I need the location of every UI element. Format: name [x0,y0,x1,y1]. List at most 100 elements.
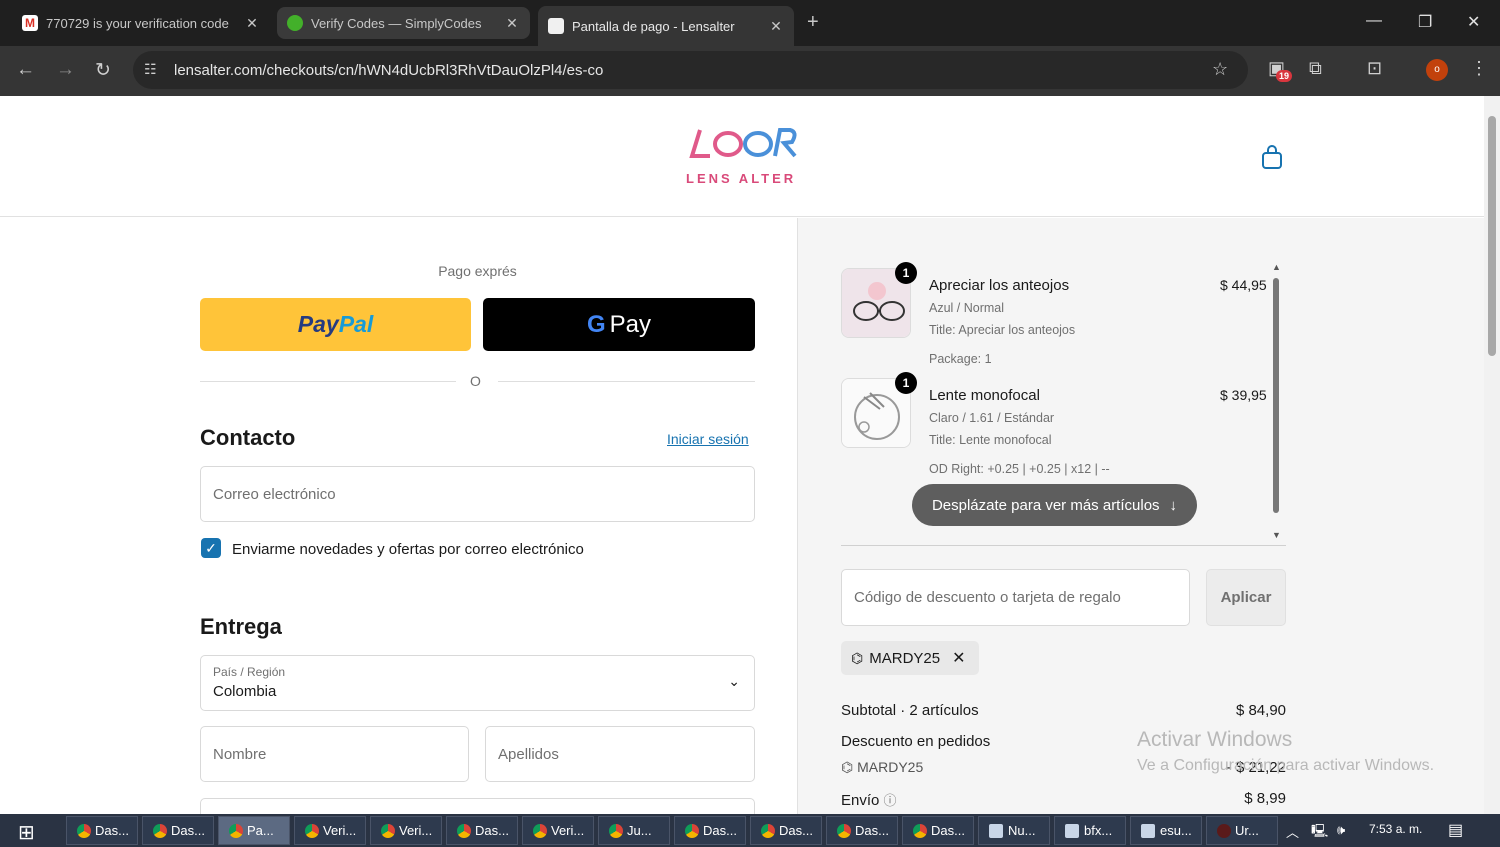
chrome-icon [761,823,775,838]
star-icon[interactable]: ☆ [1212,59,1228,80]
newsletter-label: Enviarme novedades y ofertas por correo … [232,541,584,558]
taskbar-label: Veri... [551,823,585,838]
email-field[interactable]: Correo electrónico [200,466,755,522]
extension-badge: 19 [1276,70,1293,82]
window-close-icon[interactable]: ✕ [1467,12,1480,32]
cart-icon[interactable] [1260,144,1284,170]
store-header: LENS ALTER [0,96,1484,217]
last-name-field[interactable]: Apellidos [485,726,755,782]
tab-gmail[interactable]: M 770729 is your verification code ✕ [12,7,270,39]
subtotal-label: Subtotal · 2 artículos [841,702,979,719]
scroll-down-icon[interactable]: ▼ [1272,530,1281,540]
paypal-button[interactable]: Pay Pal [200,298,471,351]
applied-code: MARDY25 [869,649,941,667]
chrome-icon [457,823,471,838]
notepad-icon [1065,823,1079,838]
menu-icon[interactable]: ⋮ [1470,58,1488,79]
tag-icon: ⌬ [851,649,864,666]
reload-icon[interactable]: ↻ [95,59,111,82]
notepad-icon [989,823,1003,838]
taskbar-item[interactable]: Das... [446,816,518,845]
new-tab-icon[interactable]: + [807,11,819,34]
shipping-value: $ 8,99 [1244,790,1286,807]
taskbar-label: Ju... [627,823,652,838]
help-icon[interactable]: ⓘ [884,793,897,808]
country-label: País / Región [213,665,286,679]
contact-heading: Contacto [200,425,296,450]
taskbar-item[interactable]: Das... [674,816,746,845]
taskbar-item[interactable]: Das... [826,816,898,845]
divider [841,545,1286,546]
login-link[interactable]: Iniciar sesión [667,431,749,447]
taskbar-item[interactable]: Pa... [218,816,290,845]
apply-button[interactable]: Aplicar [1206,569,1286,626]
taskbar-item[interactable]: Das... [66,816,138,845]
taskbar-item[interactable]: Das... [902,816,974,845]
first-name-field[interactable]: Nombre [200,726,469,782]
page-scrollbar[interactable] [1484,96,1500,814]
gpay-label: Pay [609,310,652,338]
page-scrollbar-thumb[interactable] [1488,116,1496,356]
list-scrollbar[interactable] [1273,278,1279,513]
first-name-placeholder: Nombre [213,746,267,763]
close-icon[interactable]: ✕ [244,15,260,32]
puzzle-icon[interactable]: ⧉ [1309,58,1322,79]
scroll-up-icon[interactable]: ▲ [1272,262,1281,272]
start-icon[interactable]: ⊞ [18,820,35,845]
site-settings-icon[interactable]: ☷ [144,61,160,77]
taskbar-item[interactable]: Das... [750,816,822,845]
arrow-down-icon: ↓ [1169,496,1178,514]
url-text[interactable]: lensalter.com/checkouts/cn/hWN4dUcbRl3Rh… [174,62,603,79]
back-icon[interactable]: ← [16,59,35,81]
line-item: 1 Lente monofocal $ 39,95 Claro / 1.61 /… [841,372,1271,478]
taskbar-label: Pa... [247,823,274,838]
taskbar-item[interactable]: Ur... [1206,816,1278,845]
google-pay-button[interactable]: G Pay [483,298,755,351]
close-icon[interactable]: ✕ [768,18,784,35]
profile-avatar[interactable]: o [1426,59,1448,81]
taskbar-label: bfx... [1084,823,1113,838]
taskbar-item[interactable]: esu... [1130,816,1202,845]
activation-watermark: Activar Windows [1137,728,1293,751]
minimize-icon[interactable]: — [1366,12,1382,30]
remove-code-icon[interactable]: ✕ [952,648,965,668]
taskbar-item[interactable]: Nu... [978,816,1050,845]
discount-code: MARDY25 [857,759,924,775]
taskbar-item[interactable]: bfx... [1054,816,1126,845]
restore-icon[interactable]: ❐ [1418,12,1432,32]
notifications-icon[interactable]: ▤ [1448,820,1463,840]
newsletter-checkbox[interactable]: ✓ [201,538,221,558]
taskbar-item[interactable]: Veri... [370,816,442,845]
clock[interactable]: 7:53 a. m. [1369,822,1422,836]
tab-simplycodes[interactable]: Verify Codes — SimplyCodes ✕ [277,7,530,39]
volume-icon[interactable]: 🕪 [1337,822,1345,838]
close-icon[interactable]: ✕ [504,15,520,32]
item-name: Apreciar los anteojos [929,277,1070,294]
last-name-placeholder: Apellidos [498,746,559,763]
forward-icon[interactable]: → [56,59,75,81]
chrome-icon [913,823,927,838]
or-separator: O [470,373,481,389]
app-icon [1217,823,1231,838]
brand-wordmark: LENS ALTER [686,171,797,186]
taskbar-label: Das... [475,823,509,838]
tab-lensalter[interactable]: Pantalla de pago - Lensalter ✕ [538,6,794,46]
country-select[interactable]: País / Región Colombia ⌄ [200,655,755,711]
discount-placeholder: Código de descuento o tarjeta de regalo [854,589,1121,606]
taskbar-label: Das... [95,823,129,838]
taskbar-item[interactable]: Veri... [522,816,594,845]
discount-code-input[interactable]: Código de descuento o tarjeta de regalo [841,569,1190,626]
tray-expand-icon[interactable]: ︿ [1286,822,1299,841]
order-summary: 1 Apreciar los anteojos $ 44,95 Azul / N… [797,218,1484,814]
taskbar-item[interactable]: Veri... [294,816,366,845]
item-property: OD Right: +0.25 | +0.25 | x12 | -- [929,462,1110,476]
taskbar-label: Veri... [323,823,357,838]
taskbar-item[interactable]: Ju... [598,816,670,845]
scroll-more-button[interactable]: Desplázate para ver más artículos ↓ [912,484,1197,526]
tab-search-icon[interactable]: ⊡ [1367,58,1382,79]
quantity-badge: 1 [895,372,917,394]
address-bar[interactable]: ☷ lensalter.com/checkouts/cn/hWN4dUcbRl3… [133,51,1248,89]
item-price: $ 44,95 [1220,277,1267,293]
network-icon[interactable]: 🖳 [1311,822,1328,844]
taskbar-item[interactable]: Das... [142,816,214,845]
